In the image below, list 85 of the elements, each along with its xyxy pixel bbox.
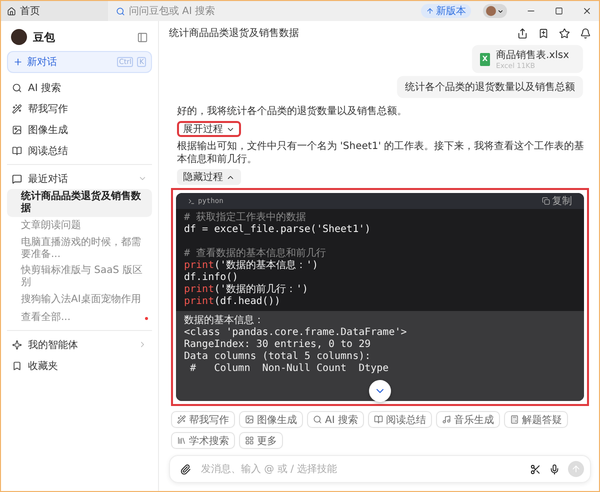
- process-toggle[interactable]: 隐藏过程: [177, 169, 241, 185]
- sparkle-icon: [12, 340, 22, 350]
- process-toggle[interactable]: 展开过程: [177, 121, 241, 137]
- avatar: [486, 6, 496, 16]
- skill-chip[interactable]: 帮我写作: [171, 411, 235, 428]
- tab-label: 首页: [20, 5, 40, 18]
- wand-icon: [177, 415, 186, 424]
- output-line: RangeIndex: 30 entries, 0 to 29: [184, 339, 371, 350]
- star-icon[interactable]: [559, 28, 570, 38]
- paperclip-icon[interactable]: [180, 464, 191, 474]
- calculator-icon: [510, 415, 519, 424]
- bell-icon[interactable]: [580, 28, 591, 38]
- sidebar-toggle-icon[interactable]: [137, 32, 148, 42]
- wand-icon: [12, 104, 22, 114]
- book-icon: [374, 415, 383, 424]
- home-icon: [7, 6, 16, 16]
- new-version-button[interactable]: 新版本: [421, 4, 471, 18]
- conversation-item[interactable]: 搜狗输入法AI桌面宠物作用: [7, 291, 152, 309]
- image-icon: [245, 415, 254, 424]
- conversation-item[interactable]: 电脑直播游戏的时候，都需要准备...: [7, 235, 152, 263]
- search-icon: [116, 6, 125, 16]
- skill-chip[interactable]: 解题答疑: [504, 411, 568, 428]
- sidebar-item[interactable]: 收藏夹: [7, 355, 152, 376]
- grid-icon: [245, 436, 254, 445]
- conversation-item[interactable]: 快剪辑标准版与 SaaS 版区别: [7, 263, 152, 291]
- chevron-icon: [138, 340, 147, 349]
- terminal-icon: [188, 198, 195, 204]
- output-line: # Column Non-Null Count Dtype: [189, 363, 389, 374]
- output-line: 数据的基本信息：: [184, 315, 264, 326]
- sidebar-item[interactable]: 帮我写作: [7, 98, 152, 119]
- file-name: 商品销售表.xlsx: [496, 48, 569, 62]
- bookmark-icon: [12, 360, 22, 370]
- code-line: # 查看数据的基本信息和前几行: [184, 248, 326, 259]
- conversation-item[interactable]: 文章朗读问题: [7, 217, 152, 235]
- user-message: 统计各个品类的退货数量以及销售总额: [397, 76, 583, 98]
- scissors-icon[interactable]: [530, 464, 541, 474]
- sidebar-item[interactable]: 我的智能体: [7, 334, 152, 355]
- view-all-link[interactable]: 查看全部...: [7, 309, 152, 327]
- search-placeholder: 问问豆包或 AI 搜索: [129, 4, 216, 18]
- code-line: df = excel_file.parse('Sheet1'): [184, 224, 371, 235]
- maximize-icon: [555, 7, 563, 15]
- close-icon: [582, 6, 592, 16]
- skill-chip[interactable]: AI 搜索: [307, 411, 364, 428]
- recent-header[interactable]: 最近对话: [7, 168, 152, 189]
- image-icon: [12, 124, 22, 134]
- code-line: df.info(): [184, 272, 238, 283]
- assistant-text: 根据输出可知，文件中只有一个名为 'Sheet1' 的工作表。接下来，我将查看这个工作表的基本信息和前几行。: [177, 140, 586, 166]
- sidebar-item[interactable]: AI 搜索: [7, 77, 152, 98]
- sidebar-item[interactable]: 阅读总结: [7, 140, 152, 161]
- message-field[interactable]: 发消息、输入 @ 或 / 选择技能: [199, 462, 522, 476]
- code-line: print('数据的前几行：'): [184, 284, 308, 295]
- search-tab[interactable]: 问问豆包或 AI 搜索 新版本: [108, 1, 599, 21]
- sidebar-item[interactable]: 图像生成: [7, 119, 152, 140]
- arrow-up-icon: [571, 464, 581, 474]
- code-line: print(df.head()): [184, 296, 280, 307]
- search-icon: [12, 82, 22, 92]
- book-icon: [12, 146, 22, 156]
- code-line: # 获取指定工作表中的数据: [184, 212, 306, 223]
- avatar: [11, 29, 27, 45]
- search-icon: [313, 415, 322, 424]
- skill-chip[interactable]: 学术搜索: [171, 432, 235, 449]
- bookmark-add-icon[interactable]: [538, 28, 549, 38]
- share-icon[interactable]: [517, 28, 528, 38]
- copy-icon: [542, 197, 550, 205]
- arrow-up-icon: [426, 7, 434, 15]
- output-line: Data columns (total 5 columns):: [184, 351, 371, 362]
- chat-title: 统计商品品类退货及销售数据: [169, 26, 300, 40]
- microphone-icon[interactable]: [549, 464, 560, 474]
- skill-chip[interactable]: 音乐生成: [436, 411, 500, 428]
- skill-chip[interactable]: 图像生成: [239, 411, 303, 428]
- skill-chip[interactable]: 阅读总结: [368, 411, 432, 428]
- app-name: 豆包: [33, 30, 56, 44]
- plus-icon: [13, 57, 23, 67]
- caret-icon: [497, 8, 504, 14]
- message-input[interactable]: 发消息、输入 @ 或 / 选择技能: [169, 455, 591, 483]
- books-icon: [177, 436, 186, 445]
- account-button[interactable]: [483, 4, 507, 18]
- skill-chip[interactable]: 更多: [239, 432, 283, 449]
- music-note-icon: [442, 415, 451, 424]
- conversation-item[interactable]: 统计商品品类退货及销售数据: [7, 189, 152, 217]
- chat-icon: [12, 174, 22, 184]
- output-line: <class 'pandas.core.frame.DataFrame'>: [184, 327, 407, 338]
- code-line: print('数据的基本信息：'): [184, 260, 318, 271]
- copy-button[interactable]: 复制: [542, 194, 572, 208]
- assistant-text: 好的，我将统计各个品类的退货数量以及销售总额。: [177, 105, 408, 118]
